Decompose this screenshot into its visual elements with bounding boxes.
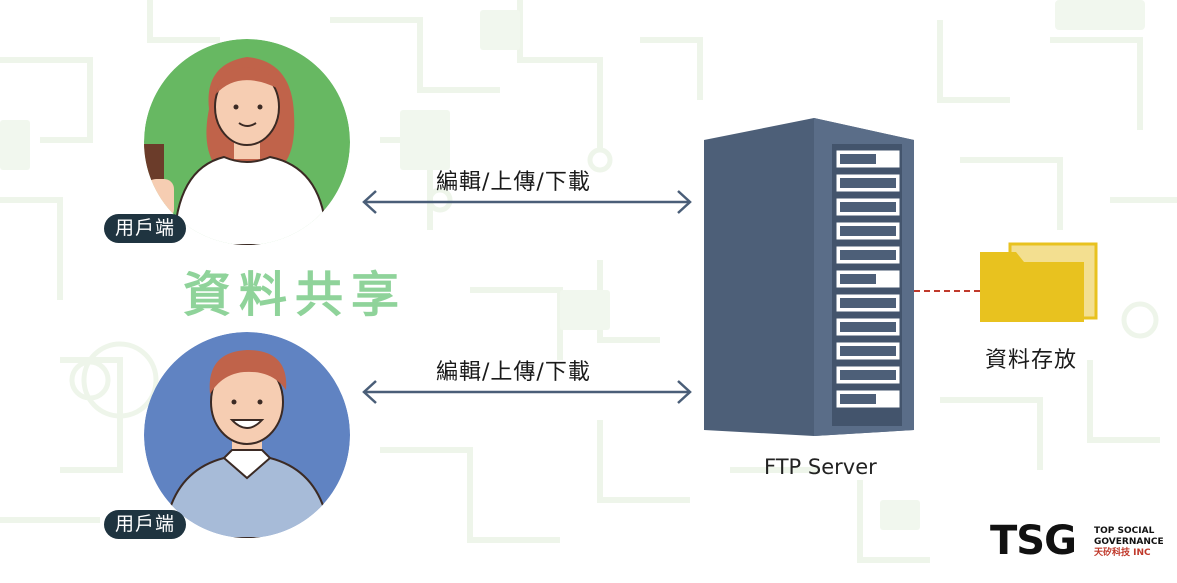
folder-icon	[980, 242, 1098, 322]
server-rack-icon	[704, 118, 914, 436]
bidirectional-arrow	[362, 380, 692, 404]
user-label-badge: 用戶端	[104, 510, 187, 539]
user-label-badge: 用戶端	[104, 214, 187, 243]
storage-label: 資料存放	[985, 348, 1078, 373]
company-logo: TSG TOP SOCIAL GOVERNANCE 天矽科技 INC	[990, 518, 1164, 564]
logo-text-line: 天矽科技 INC	[1094, 548, 1151, 558]
bidirectional-arrow	[362, 190, 692, 214]
diagram-title: 資料共享	[183, 267, 408, 323]
user-avatar-man	[144, 332, 350, 538]
storage-link-dashed-line	[914, 290, 980, 292]
logo-mark: TSG	[990, 518, 1077, 564]
server-label: FTP Server	[764, 455, 877, 479]
logo-text-line: TOP SOCIAL	[1094, 526, 1155, 536]
logo-text-line: GOVERNANCE	[1094, 537, 1164, 547]
